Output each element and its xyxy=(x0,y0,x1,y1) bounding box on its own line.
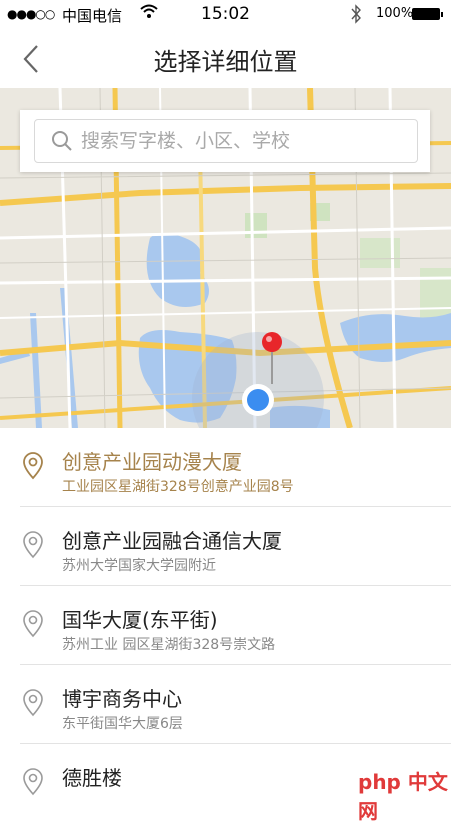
search-panel xyxy=(20,110,430,172)
search-input[interactable] xyxy=(79,126,413,156)
place-address: 东平街国华大厦6层 xyxy=(62,716,183,732)
location-pin-icon xyxy=(23,610,43,638)
search-icon xyxy=(52,131,72,151)
place-name: 博宇商务中心 xyxy=(62,687,182,711)
list-item[interactable]: 博宇商务中心 东平街国华大厦6层 xyxy=(0,665,451,744)
location-pin-icon xyxy=(23,452,43,480)
location-pin-icon xyxy=(23,768,43,796)
list-item[interactable]: 创意产业园动漫大厦 工业园区星湖街328号创意产业园8号 xyxy=(0,428,451,507)
current-location-icon xyxy=(242,384,274,416)
location-pin-icon xyxy=(23,531,43,559)
watermark-logo: php 中文网 xyxy=(358,770,448,823)
bluetooth-icon xyxy=(350,4,362,28)
search-box[interactable] xyxy=(34,119,418,163)
place-address: 苏州工业 园区星湖街328号崇文路 xyxy=(62,637,276,653)
page-title: 选择详细位置 xyxy=(153,48,298,76)
place-name: 创意产业园融合通信大厦 xyxy=(62,529,282,553)
place-name: 创意产业园动漫大厦 xyxy=(62,450,242,474)
place-address: 工业园区星湖街328号创意产业园8号 xyxy=(62,479,294,495)
place-name: 德胜楼 xyxy=(62,766,122,790)
battery-icon xyxy=(412,8,443,20)
place-name: 国华大厦(东平街) xyxy=(62,608,218,632)
list-item[interactable]: 国华大厦(东平街) 苏州工业 园区星湖街328号崇文路 xyxy=(0,586,451,665)
list-item[interactable]: 创意产业园融合通信大厦 苏州大学国家大学园附近 xyxy=(0,507,451,586)
location-pin-icon xyxy=(23,689,43,717)
nav-bar: 选择详细位置 xyxy=(0,30,451,88)
status-bar: ●●●○○ 中国电信 15:02 100% xyxy=(0,0,451,30)
place-address: 苏州大学国家大学园附近 xyxy=(62,558,216,574)
battery-percent: 100% xyxy=(376,6,414,21)
